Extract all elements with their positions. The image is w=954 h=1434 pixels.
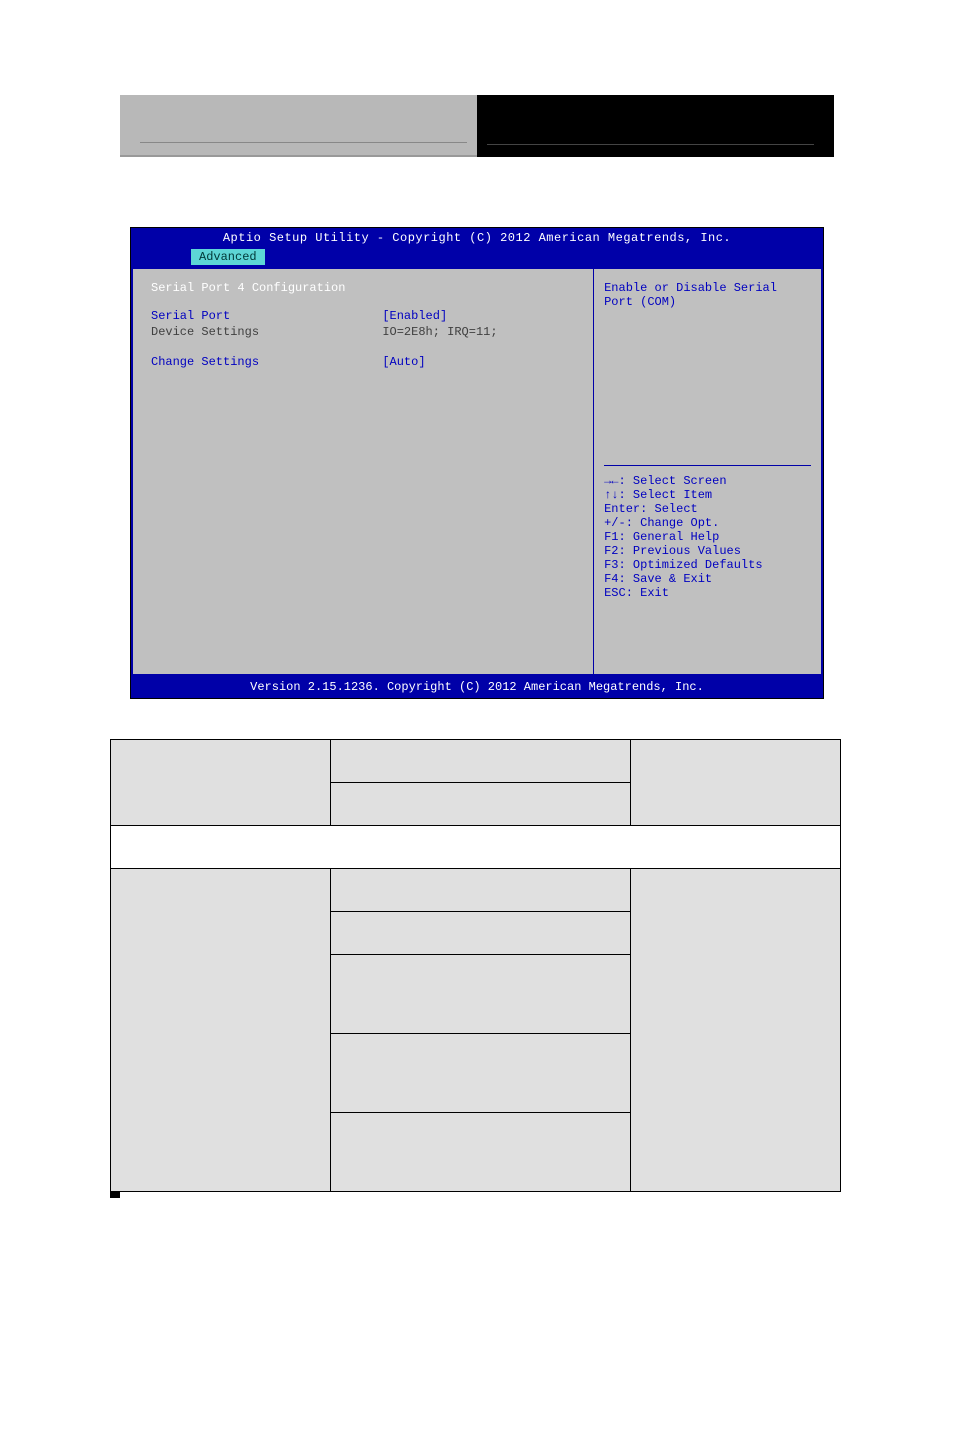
table-row	[111, 826, 841, 869]
cell-1-2	[331, 740, 630, 782]
cell-7-2	[331, 1034, 630, 1112]
bios-window: Aptio Setup Utility - Copyright (C) 2012…	[130, 227, 824, 699]
serial-port-value[interactable]: [Enabled]	[382, 309, 575, 323]
cell-1-3	[631, 762, 840, 804]
cell-6-2	[331, 955, 630, 1033]
row-device-settings: Device Settings IO=2E8h; IRQ=11;	[151, 325, 575, 339]
cell-2-2	[331, 783, 630, 825]
cell-1-1	[111, 762, 330, 804]
header-right-panel	[477, 95, 834, 157]
nav-f1: F1: General Help	[604, 530, 811, 544]
serial-port-label: Serial Port	[151, 309, 382, 323]
bios-side-panel: Enable or Disable Serial Port (COM) →←: …	[594, 269, 821, 674]
device-settings-label: Device Settings	[151, 325, 382, 339]
cell-5-2	[331, 912, 630, 954]
cell-8-2	[331, 1113, 630, 1191]
bios-main-panel: Serial Port 4 Configuration Serial Port …	[133, 269, 594, 674]
header-left-panel	[120, 95, 477, 157]
nav-change-opt: +/-: Change Opt.	[604, 516, 811, 530]
settings-table	[110, 739, 841, 1192]
cell-3-span	[111, 826, 840, 868]
nav-f3: F3: Optimized Defaults	[604, 558, 811, 572]
clip-mark	[110, 1192, 120, 1198]
row-serial-port[interactable]: Serial Port [Enabled]	[151, 309, 575, 323]
device-settings-value: IO=2E8h; IRQ=11;	[382, 325, 575, 339]
nav-f4: F4: Save & Exit	[604, 572, 811, 586]
bios-footer: Version 2.15.1236. Copyright (C) 2012 Am…	[131, 676, 823, 698]
tab-advanced[interactable]: Advanced	[191, 249, 265, 265]
nav-f2: F2: Previous Values	[604, 544, 811, 558]
section-title: Serial Port 4 Configuration	[151, 281, 575, 295]
cell-4-3	[631, 1009, 840, 1051]
table-row	[111, 869, 841, 912]
nav-esc: ESC: Exit	[604, 586, 811, 600]
doc-header	[120, 95, 834, 157]
change-settings-label: Change Settings	[151, 355, 382, 369]
bios-tab-bar: Advanced	[131, 245, 823, 267]
nav-select-item: ↑↓: Select Item	[604, 488, 811, 502]
bios-title: Aptio Setup Utility - Copyright (C) 2012…	[131, 228, 823, 245]
side-divider	[604, 465, 811, 466]
help-text: Enable or Disable Serial Port (COM)	[604, 281, 811, 461]
table-row	[111, 740, 841, 783]
nav-select-screen: →←: Select Screen	[604, 474, 811, 488]
cell-4-2	[331, 869, 630, 911]
cell-4-1	[111, 1009, 330, 1051]
row-change-settings[interactable]: Change Settings [Auto]	[151, 355, 575, 369]
change-settings-value[interactable]: [Auto]	[382, 355, 575, 369]
nav-enter: Enter: Select	[604, 502, 811, 516]
